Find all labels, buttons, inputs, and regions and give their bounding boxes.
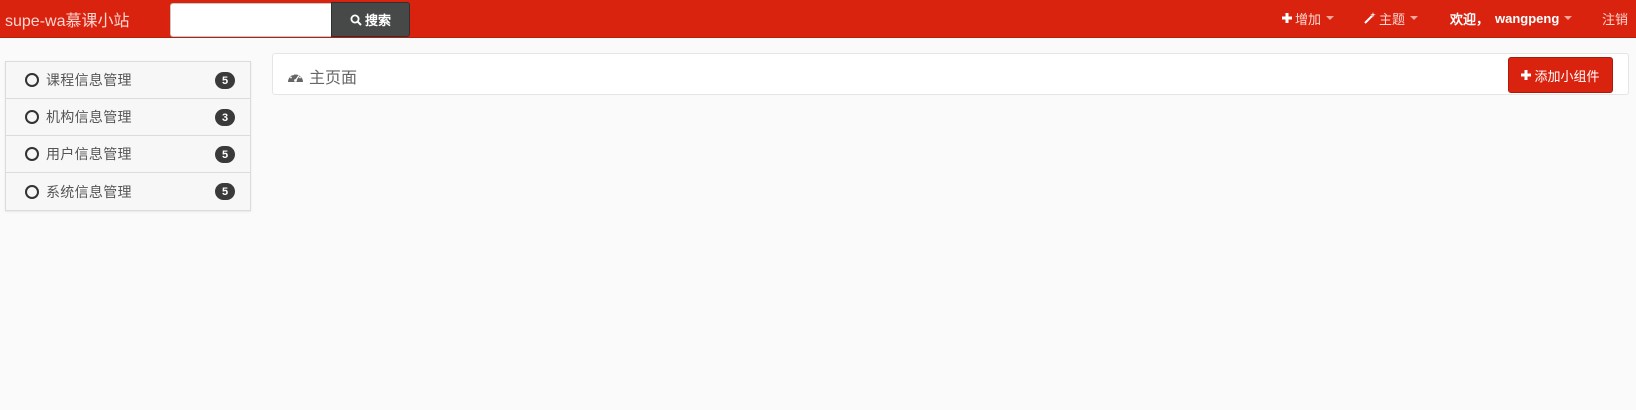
sidebar-item-label: 课程信息管理	[46, 72, 132, 88]
search-button-label: 搜索	[364, 13, 391, 28]
sidebar-menu: 课程信息管理 5 机构信息管理 3 用户信息管理 5 系统信息管理 5	[5, 61, 251, 211]
count-badge: 3	[215, 109, 235, 126]
add-menu-dropdown[interactable]: 增加	[1282, 0, 1335, 36]
add-widget-label: 添加小组件	[1534, 68, 1600, 84]
logout-link[interactable]: 注销	[1602, 0, 1628, 36]
sidebar-item-label: 系统信息管理	[46, 183, 132, 200]
page-title: 主页面	[287, 64, 357, 88]
sidebar-item-organization[interactable]: 机构信息管理 3	[6, 99, 250, 136]
circle-icon	[25, 147, 39, 161]
logout-label: 注销	[1602, 11, 1629, 27]
plus-icon	[1521, 70, 1532, 80]
search-button[interactable]: 搜索	[331, 2, 410, 37]
sidebar-item-label: 机构信息管理	[46, 109, 132, 125]
dashboard-icon	[288, 72, 303, 82]
plus-icon	[1282, 13, 1292, 23]
username: wangpeng	[1495, 10, 1560, 26]
sidebar-item-user[interactable]: 用户信息管理 5	[6, 136, 250, 173]
user-menu-dropdown[interactable]: 欢迎， wangpeng	[1450, 0, 1573, 36]
user-greeting: 欢迎，	[1450, 11, 1490, 27]
magic-wand-icon	[1364, 12, 1376, 24]
caret-down-icon	[1326, 16, 1335, 20]
page-title-text: 主页面	[309, 70, 358, 87]
brand-logo[interactable]: supe-wa慕课小站	[5, 7, 129, 31]
circle-icon	[25, 184, 39, 199]
sidebar-item-system[interactable]: 系统信息管理 5	[6, 173, 250, 210]
search-input[interactable]	[170, 3, 331, 37]
top-navbar: supe-wa慕课小站 搜索 增加 主题 欢迎， wangpeng 注销	[0, 0, 1636, 38]
count-badge: 5	[215, 146, 235, 163]
sidebar-item-label: 用户信息管理	[46, 146, 132, 162]
circle-icon	[25, 110, 39, 124]
theme-menu-label: 主题	[1379, 11, 1406, 27]
add-widget-button[interactable]: 添加小组件	[1508, 57, 1613, 93]
search-icon	[350, 14, 362, 26]
caret-down-icon	[1410, 16, 1419, 20]
caret-down-icon	[1564, 16, 1573, 20]
main-header-panel: 主页面 添加小组件	[272, 53, 1629, 95]
sidebar-item-course[interactable]: 课程信息管理 5	[6, 62, 250, 99]
count-badge: 5	[215, 72, 235, 89]
count-badge: 5	[215, 183, 235, 200]
circle-icon	[25, 73, 39, 87]
add-menu-label: 增加	[1295, 11, 1322, 27]
theme-menu-dropdown[interactable]: 主题	[1364, 0, 1419, 36]
